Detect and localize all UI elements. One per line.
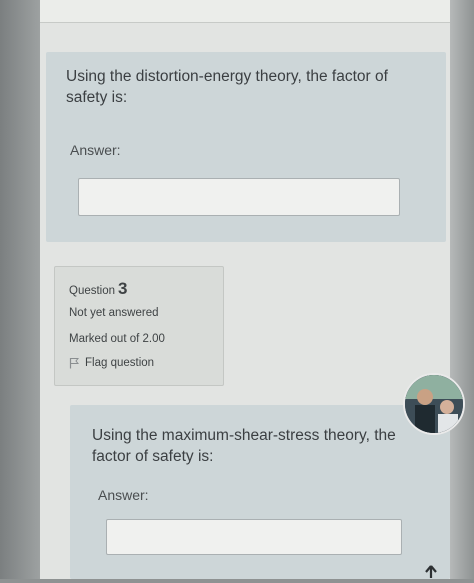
up-arrow-icon[interactable] xyxy=(424,564,438,578)
flag-icon xyxy=(69,357,79,369)
background-right xyxy=(448,0,474,579)
question-word: Question xyxy=(69,285,116,297)
question-3-info: Question 3 Not yet answered Marked out of… xyxy=(54,266,224,386)
question-3-answer-input[interactable] xyxy=(106,519,402,555)
avatar[interactable] xyxy=(403,373,465,435)
question-2-answer-label: Answer: xyxy=(70,142,121,158)
background-left xyxy=(0,0,42,579)
question-2-answer-input[interactable] xyxy=(78,178,400,216)
question-3-status: Not yet answered xyxy=(69,307,159,319)
previous-question-info-edge xyxy=(40,0,450,23)
question-3-label: Question 3 xyxy=(69,279,128,299)
question-3-answer-label: Answer: xyxy=(98,487,149,503)
question-3-formulation: Using the maximum-shear-stress theory, t… xyxy=(70,405,450,579)
flag-question-button[interactable]: Flag question xyxy=(69,357,154,369)
question-3-grade: Marked out of 2.00 xyxy=(69,333,165,345)
question-2-formulation: Using the distortion-energy theory, the … xyxy=(46,52,446,242)
question-2-text: Using the distortion-energy theory, the … xyxy=(66,68,388,106)
question-3-text: Using the maximum-shear-stress theory, t… xyxy=(92,427,396,465)
question-number: 3 xyxy=(118,279,128,298)
quiz-page: Using the distortion-energy theory, the … xyxy=(40,0,450,579)
flag-question-label: Flag question xyxy=(85,357,155,369)
